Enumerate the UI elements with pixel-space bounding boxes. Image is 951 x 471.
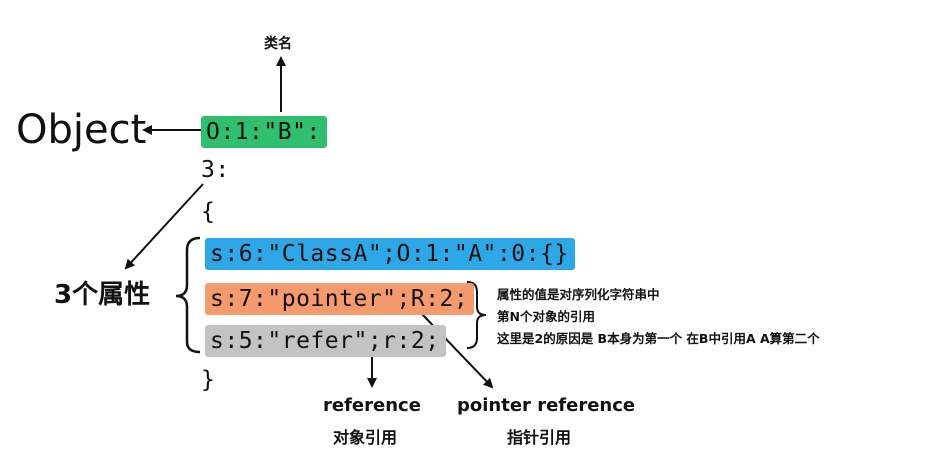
property-refer: s:5:"refer";r:2; [205,325,446,357]
note-line-2: 第N个对象的引用 [497,309,595,324]
open-brace: { [201,199,216,225]
pointer-reference-subtitle: 指针引用 [507,428,572,447]
property-classa: s:6:"ClassA";O:1:"A":0:{} [205,238,575,270]
note-line-1: 属性的值是对序列化字符串中 [497,287,660,302]
object-header: O:1:"B": [201,116,327,148]
note-line-3: 这里是2的原因是 B本身为第一个 在B中引用A A算第二个 [497,331,820,346]
class-name-label: 类名 [264,36,292,52]
three-props-label: 3个属性 [54,280,151,310]
reference-title: reference [323,395,421,416]
close-brace: } [201,367,216,393]
property-count: 3: [201,157,230,183]
pointer-reference-title: pointer reference [457,395,636,416]
left-curly-brace [175,236,201,354]
property-pointer: s:7:"pointer";R:2; [205,283,475,315]
object-label: Object [16,107,147,153]
reference-subtitle: 对象引用 [333,428,398,447]
arrow-to-three-props [124,183,204,270]
